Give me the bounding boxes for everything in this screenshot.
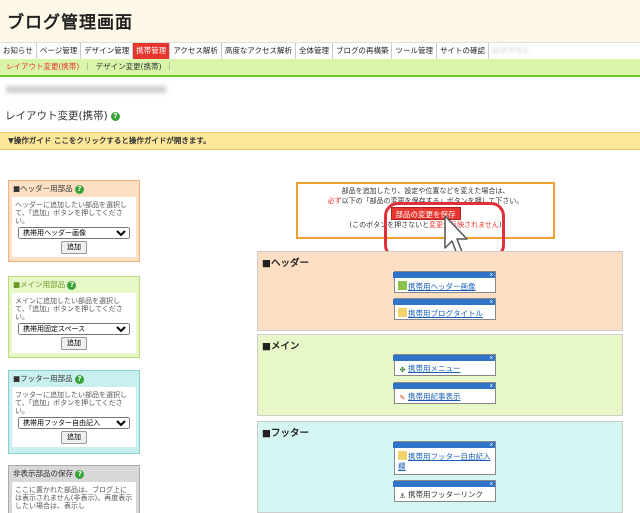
sub-nav: レイアウト変更(携帯) ｜ デザイン変更(携帯) ｜	[0, 59, 640, 77]
part-label: 携帯用ブログタイトル	[408, 309, 483, 318]
part-menu[interactable]: x ✤ 携帯用メニュー	[393, 354, 496, 376]
add-button[interactable]: 追加	[61, 431, 87, 444]
header-part-select[interactable]: 携帯用ヘッダー画像	[18, 227, 130, 239]
note-icon	[398, 451, 407, 460]
subnav-layout-mobile[interactable]: レイアウト変更(携帯)	[6, 62, 79, 71]
part-link[interactable]: 携帯用ヘッダー画像	[398, 281, 476, 292]
panel-header: 非表示部品の保存 ?	[9, 466, 139, 482]
header-parts-panel: ■ヘッダー用部品 ? ヘッダーに追加したい部品を選択して、「追加」ボタンを押して…	[8, 180, 140, 262]
part-link[interactable]: ✎ 携帯用記事表示	[398, 392, 461, 403]
part-label: 携帯用記事表示	[408, 392, 461, 401]
close-icon[interactable]: x	[393, 272, 495, 278]
panel-body: ここに置かれた部品は、ブログ上には表示されません(非表示)。再度表示したい場合は…	[12, 482, 136, 513]
part-link[interactable]: ⚓ 携帯用フッターリンク	[398, 490, 483, 501]
panel-description: メインに追加したい部品を選択して、「追加」ボタンを押してください。	[15, 297, 123, 321]
panel-body: ヘッダーに追加したい部品を選択して、「追加」ボタンを押してください。 携帯用ヘッ…	[12, 197, 136, 257]
menu-icon: ✤	[399, 366, 406, 374]
tab-page-manage[interactable]: ページ管理	[37, 43, 82, 59]
notice-line-1: 部品を追加したり、設定や位置などを変えた場合は、	[341, 187, 510, 195]
panel-header: ■ヘッダー用部品 ?	[9, 181, 139, 197]
pencil-icon: ✎	[399, 394, 406, 402]
panel-description: ヘッダーに追加したい部品を選択して、「追加」ボタンを押してください。	[15, 201, 127, 225]
add-button[interactable]: 追加	[61, 337, 87, 350]
part-link[interactable]: 携帯用フッター自由記入欄	[398, 451, 494, 472]
panel-body: メインに追加したい部品を選択して、「追加」ボタンを押してください。 携帯用固定ス…	[12, 293, 136, 353]
tab-tool-manage[interactable]: ツール管理	[392, 43, 437, 59]
part-footer-link[interactable]: x ⚓ 携帯用フッターリンク	[393, 480, 496, 502]
close-icon[interactable]: x	[393, 481, 495, 487]
app-title: ブログ管理画面	[7, 13, 133, 33]
part-blog-title[interactable]: x 携帯用ブログタイトル	[393, 298, 496, 320]
tab-rebuild-blog[interactable]: ブログの再構築	[333, 43, 393, 59]
add-button[interactable]: 追加	[61, 241, 87, 254]
help-icon[interactable]: ?	[74, 184, 84, 194]
tab-design-manage[interactable]: デザイン管理	[81, 43, 134, 59]
close-icon[interactable]: x	[393, 355, 495, 361]
panel-description: ここに置かれた部品は、ブログ上には表示されません(非表示)。再度表示したい場合は…	[15, 486, 133, 510]
tab-news[interactable]: お知らせ	[0, 43, 37, 59]
subnav-separator: ｜	[83, 62, 92, 71]
page-title-text: レイアウト変更(携帯)	[5, 110, 108, 122]
section-title: ■ヘッダー	[262, 258, 309, 269]
image-icon	[398, 281, 407, 290]
panel-description: フッターに追加したい部品を選択して、「追加」ボタンを押してください。	[15, 391, 127, 415]
close-icon[interactable]: x	[393, 299, 495, 305]
panel-body: フッターに追加したい部品を選択して、「追加」ボタンを押してください。 携帯用フッ…	[12, 387, 136, 447]
part-label: 携帯用ヘッダー画像	[408, 282, 476, 291]
anchor-icon: ⚓	[399, 492, 406, 500]
panel-title: 非表示部品の保存	[13, 469, 73, 478]
section-title: ■フッター	[262, 428, 309, 439]
tab-access-analysis[interactable]: アクセス解析	[170, 43, 222, 59]
title-icon	[398, 308, 407, 317]
hidden-parts-panel: 非表示部品の保存 ? ここに置かれた部品は、ブログ上には表示されません(非表示)…	[8, 465, 140, 513]
part-link[interactable]: ✤ 携帯用メニュー	[398, 364, 461, 375]
notice-must: 必ず	[327, 197, 342, 205]
help-icon[interactable]: ?	[67, 280, 77, 290]
panel-title: ■メイン用部品	[13, 280, 66, 289]
footer-part-select[interactable]: 携帯用フッター自由記入	[18, 417, 130, 429]
close-icon[interactable]: x	[393, 383, 495, 389]
global-nav: お知らせ ページ管理 デザイン管理 携帯管理 アクセス解析 高度なアクセス解析 …	[0, 42, 640, 59]
tab-advanced-analysis[interactable]: 高度なアクセス解析	[222, 43, 296, 59]
page-title: レイアウト変更(携帯) ?	[5, 108, 121, 123]
tab-logout[interactable]: ログアウト	[489, 43, 533, 59]
subnav-design-mobile[interactable]: デザイン変更(携帯)	[96, 62, 162, 71]
part-header-image[interactable]: x 携帯用ヘッダー画像	[393, 271, 496, 293]
app-header: ブログ管理画面	[0, 0, 640, 42]
part-label: 携帯用メニュー	[408, 364, 461, 373]
main-parts-panel: ■メイン用部品 ? メインに追加したい部品を選択して、「追加」ボタンを押してくだ…	[8, 276, 140, 358]
section-title: ■メイン	[262, 341, 300, 352]
operation-guide[interactable]: ▼操作ガイド ここをクリックすると操作ガイドが開きます。	[0, 132, 640, 150]
footer-parts-panel: ■フッター用部品 ? フッターに追加したい部品を選択して、「追加」ボタンを押して…	[8, 370, 140, 454]
help-icon[interactable]: ?	[75, 469, 85, 479]
part-article-display[interactable]: x ✎ 携帯用記事表示	[393, 382, 496, 404]
help-icon[interactable]: ?	[111, 111, 121, 121]
tab-overall-manage[interactable]: 全体管理	[296, 43, 333, 59]
part-footer-free-text[interactable]: x 携帯用フッター自由記入欄	[393, 441, 496, 475]
blurred-info	[6, 86, 166, 93]
tab-mobile-manage[interactable]: 携帯管理	[133, 43, 171, 59]
tab-site-check[interactable]: サイトの確認	[437, 43, 489, 59]
panel-title: ■ヘッダー用部品	[13, 184, 73, 193]
panel-header: ■フッター用部品 ?	[9, 371, 139, 387]
panel-header: ■メイン用部品 ?	[9, 277, 139, 293]
subnav-separator: ｜	[165, 62, 174, 71]
part-link[interactable]: 携帯用ブログタイトル	[398, 308, 483, 319]
help-icon[interactable]: ?	[74, 374, 84, 384]
main-part-select[interactable]: 携帯用固定スペース	[18, 323, 130, 335]
part-label: 携帯用フッターリンク	[408, 490, 483, 499]
panel-title: ■フッター用部品	[13, 374, 73, 383]
close-icon[interactable]: x	[393, 442, 495, 448]
part-label: 携帯用フッター自由記入欄	[398, 452, 491, 471]
